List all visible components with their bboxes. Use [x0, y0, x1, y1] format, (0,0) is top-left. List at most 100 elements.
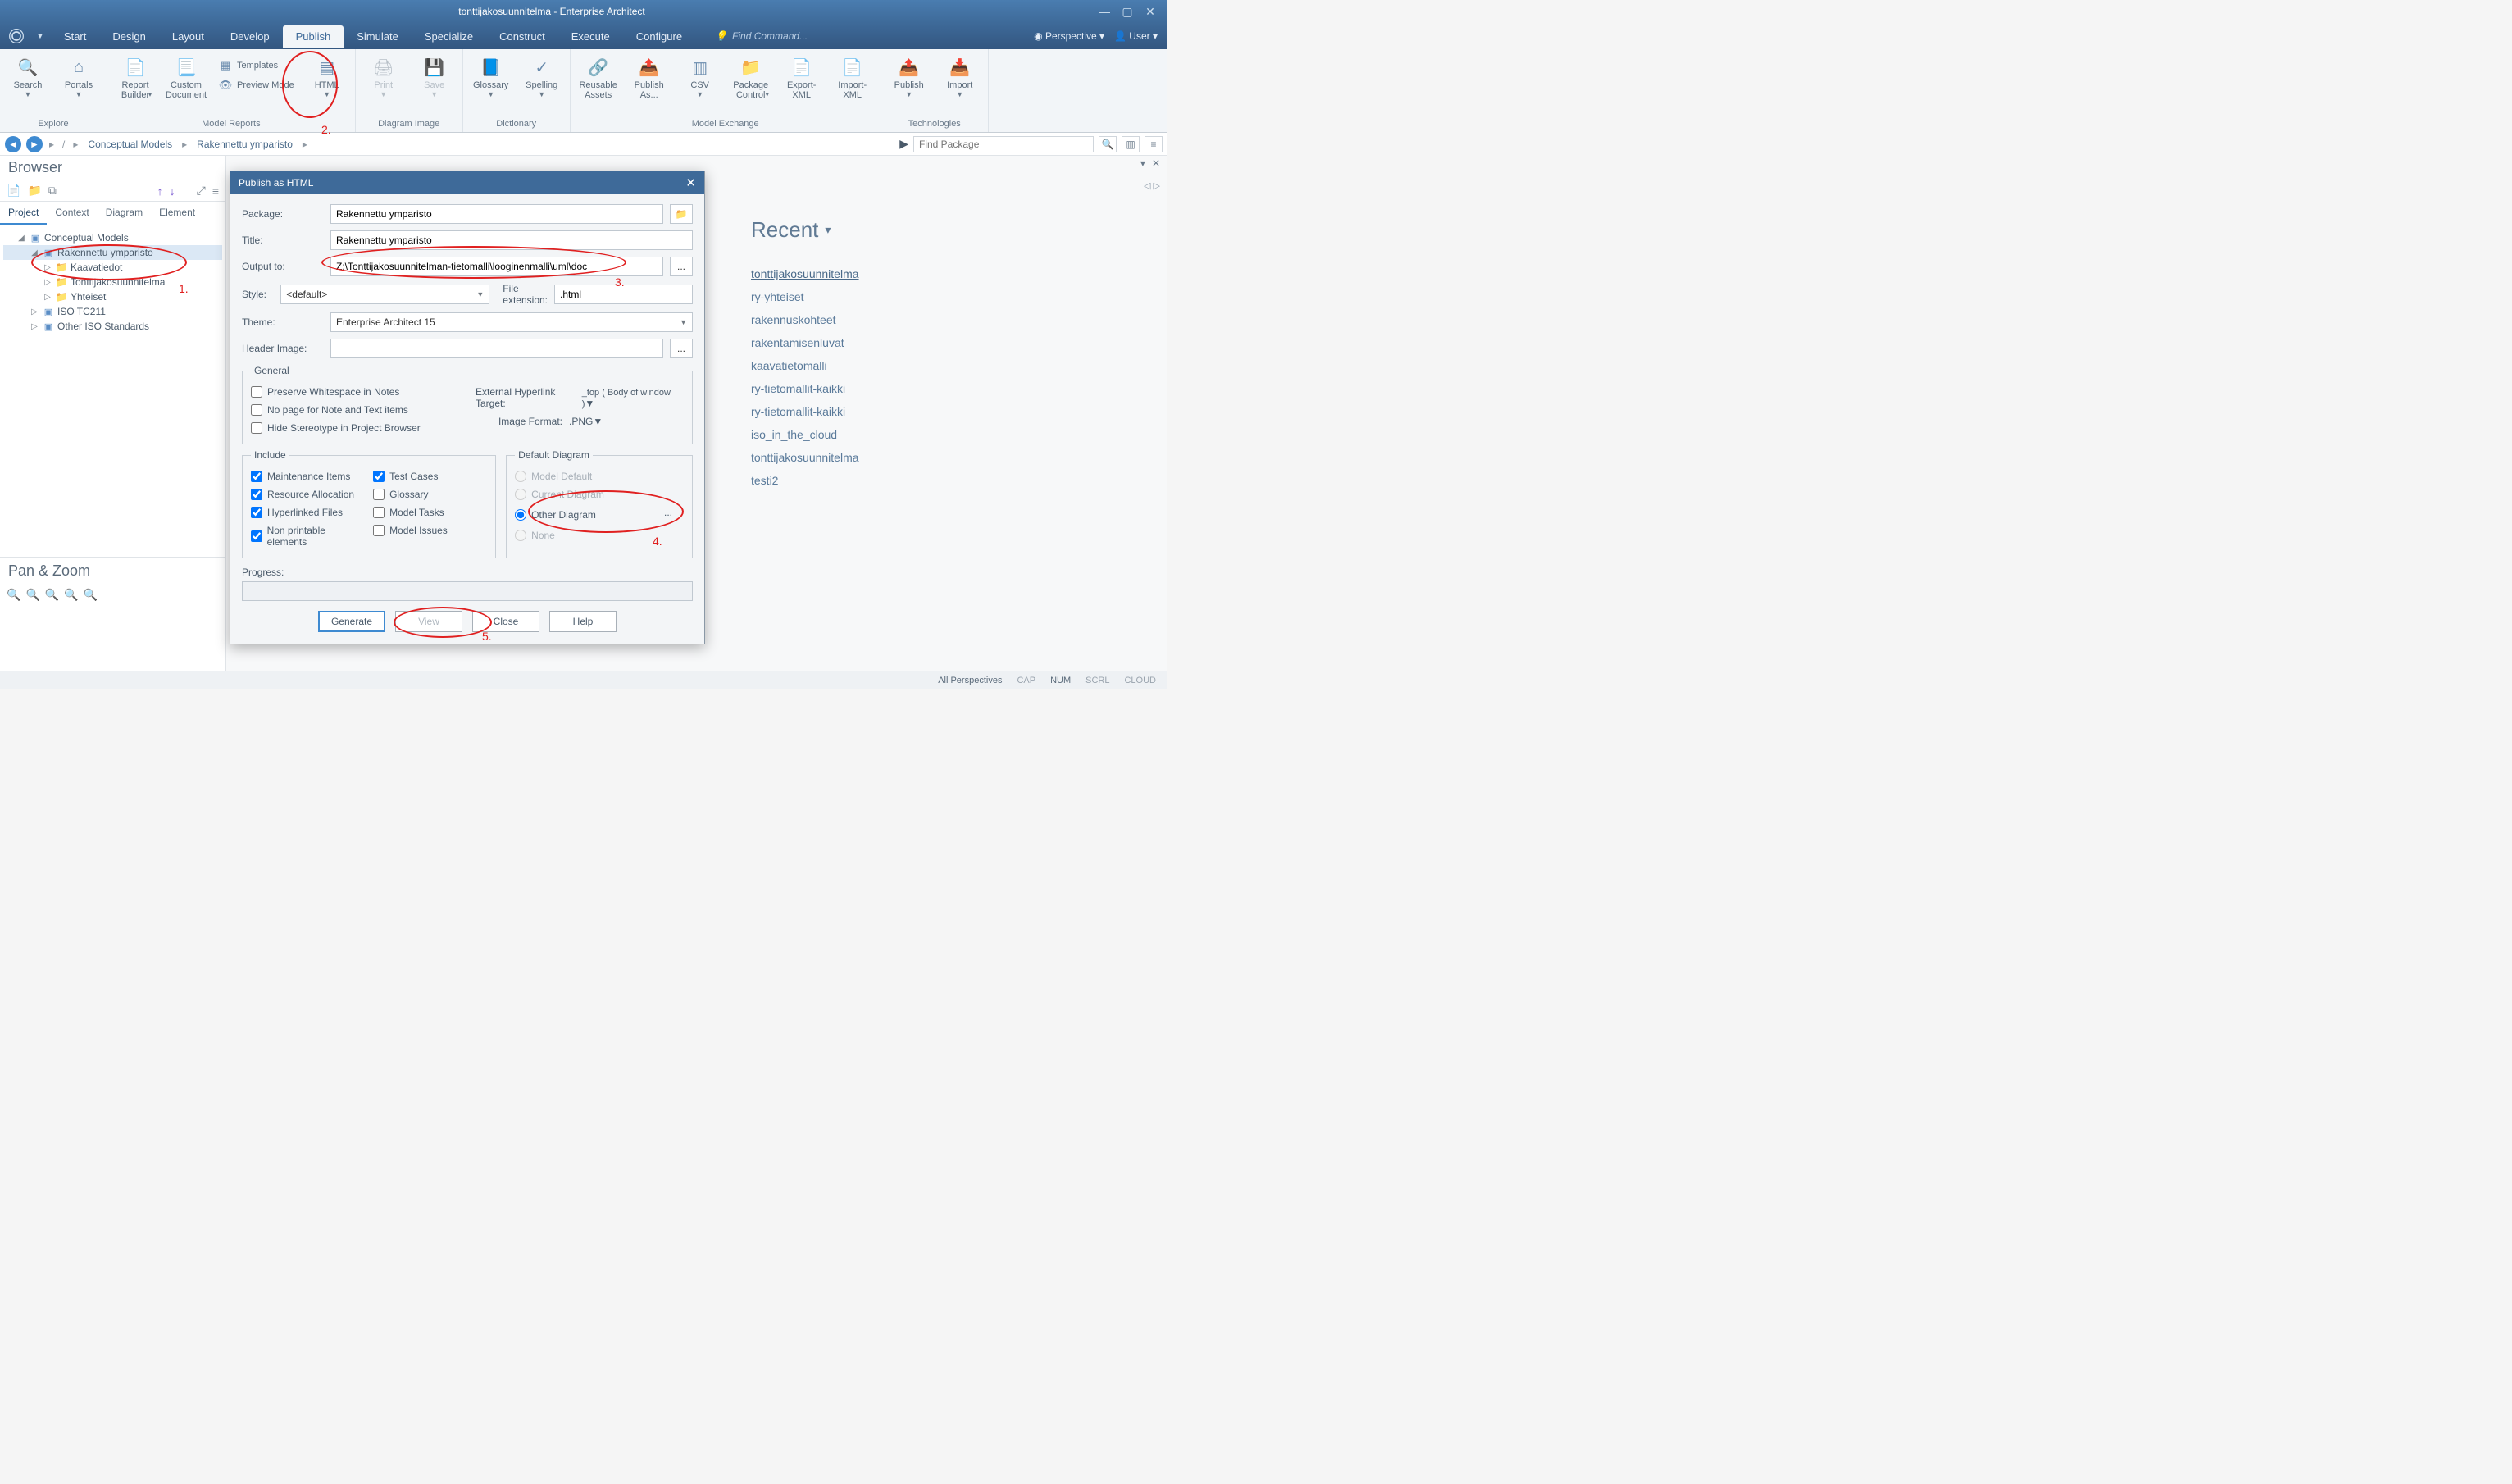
csv-button[interactable]: ▥CSV▼ [677, 52, 723, 98]
tab-simulate[interactable]: Simulate [344, 25, 412, 48]
menu-icon[interactable]: ≡ [212, 184, 219, 198]
browse-header-image-button[interactable]: ... [670, 339, 693, 358]
chk-no-page-note[interactable] [251, 404, 262, 416]
theme-dropdown[interactable]: Enterprise Architect 15▼ [330, 312, 693, 332]
tab-specialize[interactable]: Specialize [412, 25, 486, 48]
reusable-assets-button[interactable]: 🔗Reusable Assets [576, 52, 621, 100]
up-arrow-icon[interactable]: ↑ [157, 184, 163, 198]
recent-item[interactable]: rakennuskohteet [751, 308, 859, 331]
perspective-menu[interactable]: ◉ Perspective ▾ [1034, 30, 1104, 42]
spelling-button[interactable]: ✓Spelling▼ [519, 52, 565, 98]
chk-modelissues[interactable] [373, 525, 385, 536]
tab-execute[interactable]: Execute [558, 25, 623, 48]
import-xml-button[interactable]: 📄Import-XML [830, 52, 876, 100]
header-image-field[interactable] [330, 339, 663, 358]
package-control-button[interactable]: 📁Package Control▾ [728, 52, 774, 99]
templates-button[interactable]: ▦Templates [214, 57, 299, 74]
help-button[interactable]: Help [549, 611, 617, 632]
app-logo-icon[interactable] [5, 27, 28, 45]
recent-item[interactable]: ry-tietomallit-kaikki [751, 377, 859, 400]
breadcrumb-2[interactable]: Rakennettu ymparisto [193, 139, 296, 150]
recent-item[interactable]: kaavatietomalli [751, 354, 859, 377]
tab-develop[interactable]: Develop [217, 25, 283, 48]
tab-publish[interactable]: Publish [283, 25, 344, 48]
export-xml-button[interactable]: 📄Export-XML [779, 52, 825, 100]
hyperlink-target-dropdown[interactable]: _top ( Body of window )▼ [582, 386, 684, 409]
report-builder-button[interactable]: 📄Report Builder▾ [112, 52, 158, 99]
chk-testcases[interactable] [373, 471, 385, 482]
print-button[interactable]: 🖨Print▼ [361, 52, 407, 98]
tech-publish-button[interactable]: 📤Publish▼ [886, 52, 932, 98]
save-image-button[interactable]: 💾Save▼ [412, 52, 457, 98]
tech-import-button[interactable]: 📥Import▼ [937, 52, 983, 98]
recent-item[interactable]: tonttijakosuunnitelma [751, 446, 859, 469]
find-package-input[interactable] [913, 136, 1094, 152]
search-icon-button[interactable]: 🔍 [1099, 136, 1117, 152]
output-field[interactable] [330, 257, 663, 276]
title-field[interactable] [330, 230, 693, 250]
view-toggle-button[interactable]: ▥ [1122, 136, 1140, 152]
menu-button[interactable]: ≡ [1145, 136, 1163, 152]
minimize-icon[interactable]: — [1099, 6, 1110, 17]
chk-hyperlinked[interactable] [251, 507, 262, 518]
style-dropdown[interactable]: <default>▼ [280, 285, 489, 304]
chk-glossary[interactable] [373, 489, 385, 500]
html-button[interactable]: ▤HTML▼ [304, 52, 350, 98]
play-icon[interactable]: ▶ [899, 137, 908, 151]
tree-icon[interactable]: ⧉ [48, 184, 57, 198]
tree-node-iso-tc211[interactable]: ▷▣ISO TC211 [3, 304, 222, 319]
browser-tab-element[interactable]: Element [151, 202, 203, 225]
custom-doc-button[interactable]: 📃Custom Document [163, 52, 209, 100]
dialog-title-bar[interactable]: Publish as HTML ✕ [230, 171, 704, 194]
browse-package-button[interactable]: 📁 [670, 204, 693, 224]
close-button[interactable]: Close [472, 611, 539, 632]
zoom-in-icon[interactable]: 🔍 [7, 588, 20, 602]
maximize-icon[interactable]: ▢ [1122, 6, 1133, 17]
publish-as-button[interactable]: 📤Publish As... [626, 52, 672, 100]
tree-node-yhteiset[interactable]: ▷📁Yhteiset [3, 289, 222, 304]
user-menu[interactable]: 👤 User ▾ [1114, 30, 1158, 42]
zoom-fit-icon[interactable]: 🔍 [45, 588, 59, 602]
zoom-extra-icon[interactable]: 🔍 [84, 588, 98, 602]
breadcrumb-1[interactable]: Conceptual Models [84, 139, 175, 150]
chk-modeltasks[interactable] [373, 507, 385, 518]
tree-node-other-iso[interactable]: ▷▣Other ISO Standards [3, 319, 222, 334]
generate-button[interactable]: Generate [318, 611, 385, 632]
down-arrow-icon[interactable]: ↓ [170, 184, 175, 198]
tab-design[interactable]: Design [99, 25, 158, 48]
image-format-dropdown[interactable]: .PNG▼ [569, 416, 684, 427]
portals-button[interactable]: ⌂Portals▼ [56, 52, 102, 98]
radio-other-diagram[interactable] [515, 509, 526, 521]
dialog-close-icon[interactable]: ✕ [685, 175, 696, 190]
panel-dropdown-icon[interactable]: ▾ [1140, 157, 1145, 169]
tree-selected-node[interactable]: ◢▣Rakennettu ymparisto [3, 245, 222, 260]
browser-tab-project[interactable]: Project [0, 202, 47, 225]
chk-maintenance[interactable] [251, 471, 262, 482]
tab-construct[interactable]: Construct [486, 25, 558, 48]
tab-layout[interactable]: Layout [159, 25, 217, 48]
tree-node-kaavatiedot[interactable]: ▷📁Kaavatiedot [3, 260, 222, 275]
tab-configure[interactable]: Configure [623, 25, 695, 48]
file-ext-field[interactable] [554, 285, 693, 304]
preview-mode-button[interactable]: 👁Preview Mode [214, 77, 299, 93]
recent-item[interactable]: rakentamisenluvat [751, 331, 859, 354]
chk-nonprintable[interactable] [251, 530, 262, 542]
recent-item[interactable]: ry-tietomallit-kaikki [751, 400, 859, 423]
find-command[interactable]: 💡 Find Command... [715, 30, 808, 42]
folder-icon[interactable]: 📁 [27, 184, 41, 198]
new-icon[interactable]: 📄 [7, 184, 20, 198]
recent-item[interactable]: testi2 [751, 469, 859, 492]
tree-root[interactable]: ◢▣Conceptual Models [3, 230, 222, 245]
link-icon[interactable]: ⤢ [197, 184, 206, 198]
nav-forward-button[interactable]: ► [26, 136, 43, 152]
tab-start[interactable]: Start [51, 25, 99, 48]
tree-node-tonttijako[interactable]: ▷📁Tonttijakosuunnitelma [3, 275, 222, 289]
browser-tab-context[interactable]: Context [47, 202, 97, 225]
search-button[interactable]: 🔍Search▼ [5, 52, 51, 98]
browse-other-diagram-button[interactable]: ... [664, 507, 684, 523]
close-icon[interactable]: ✕ [1145, 6, 1156, 17]
recent-title[interactable]: Recent ▾ [751, 217, 859, 243]
chk-resource[interactable] [251, 489, 262, 500]
chk-preserve-ws[interactable] [251, 386, 262, 398]
zoom-out-icon[interactable]: 🔍 [25, 588, 39, 602]
